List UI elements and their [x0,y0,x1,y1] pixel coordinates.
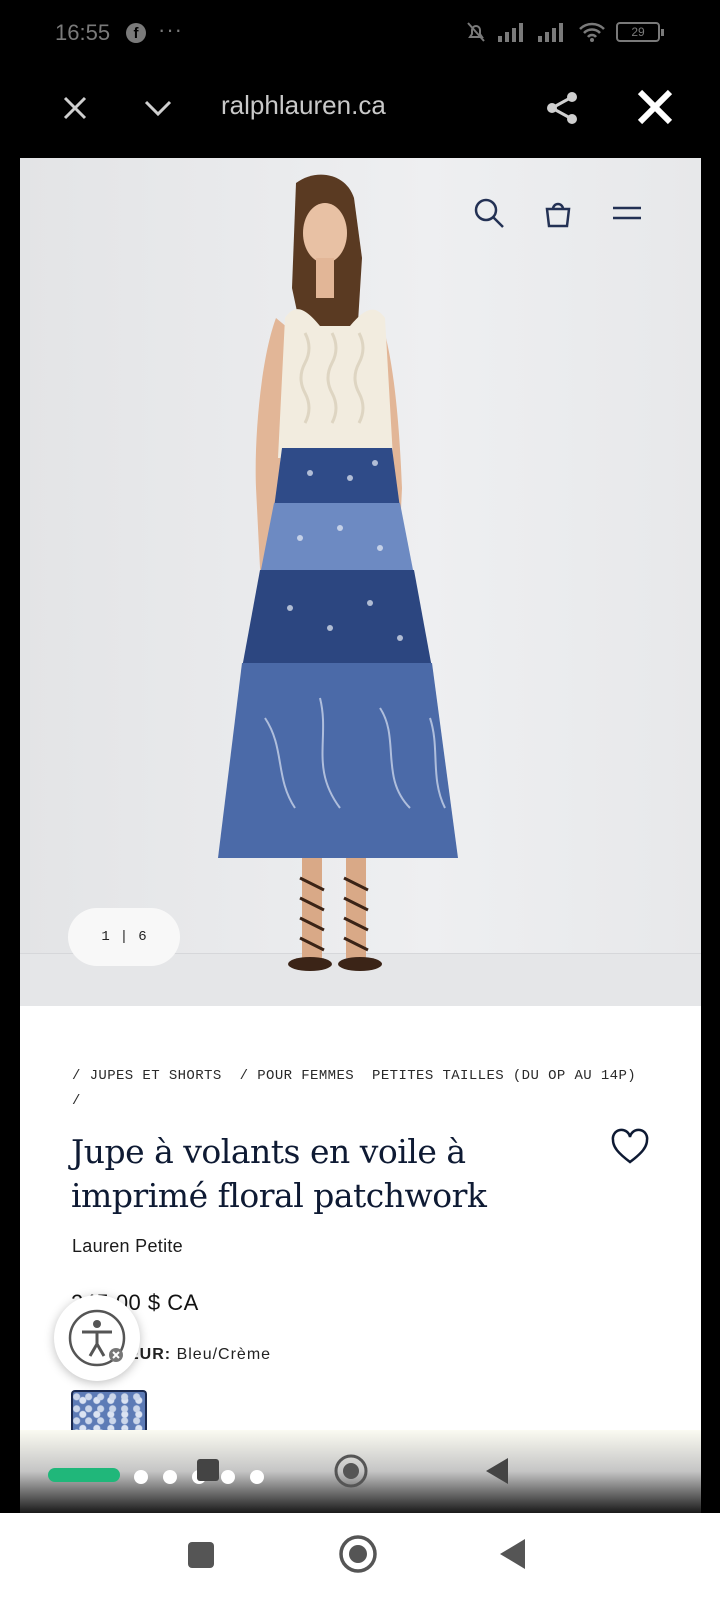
pager-dot[interactable] [163,1470,177,1484]
image-counter-current: 1 [101,929,110,945]
mute-icon [467,22,485,42]
model-illustration [218,174,458,971]
product-title-line: imprimé floral patchwork [71,1176,487,1215]
back-triangle-icon [486,1458,508,1484]
shopping-bag-icon[interactable] [541,196,575,230]
back-icon[interactable] [497,1537,527,1571]
heart-icon[interactable] [610,1128,650,1166]
signal-icon [538,23,563,42]
accessibility-button[interactable] [54,1295,140,1381]
web-page: 1 | 6 / JUPES ET SHORTS / POUR FEMMES PETI… [20,158,701,1513]
breadcrumb-item[interactable]: / JUPES ET SHORTS [72,1068,222,1084]
color-swatch[interactable] [71,1390,147,1430]
signal-icon [498,23,523,42]
pager-dot[interactable] [221,1470,235,1484]
chevron-down-icon[interactable] [138,88,178,128]
browser-toolbar: ralphlauren.ca [0,70,720,158]
wifi-icon [579,22,605,42]
product-title: Jupe à volants en voile à imprimé floral… [71,1130,591,1218]
status-icons: 29 [464,20,664,44]
status-time: 16:55 [55,20,111,45]
square-icon [197,1459,219,1481]
breadcrumb: / JUPES ET SHORTS / POUR FEMMES PETITES TA… [72,1064,662,1114]
image-counter: 1 | 6 [68,908,180,966]
search-icon[interactable] [472,196,506,230]
home-circle-icon [334,1454,368,1488]
facebook-icon: f [126,23,146,43]
home-icon[interactable] [337,1533,379,1575]
product-image[interactable]: 1 | 6 [20,158,701,1006]
pager-active-indicator [48,1468,120,1482]
image-pager-overlay [20,1430,701,1513]
more-notifications-icon: ··· [158,17,183,42]
menu-icon[interactable] [610,196,644,230]
status-bar: 16:55 f ··· 29 [0,0,720,70]
image-counter-total: 6 [138,929,147,945]
product-title-line: Jupe à volants en voile à [71,1132,466,1171]
accessibility-icon [68,1309,126,1367]
image-counter-separator: | [119,929,129,945]
pager-dot[interactable] [134,1470,148,1484]
pager-dot[interactable] [250,1470,264,1484]
system-navigation-bar [0,1513,720,1600]
recent-apps-icon[interactable] [187,1541,215,1569]
url-text[interactable]: ralphlauren.ca [221,90,386,121]
close-icon[interactable] [632,84,678,130]
breadcrumb-item[interactable]: / POUR FEMMES [240,1068,354,1084]
battery-icon: 29 [616,22,664,42]
share-icon[interactable] [542,88,582,128]
product-brand[interactable]: Lauren Petite [72,1236,183,1257]
close-icon[interactable] [55,88,95,128]
color-value: Bleu/Crème [176,1346,272,1363]
